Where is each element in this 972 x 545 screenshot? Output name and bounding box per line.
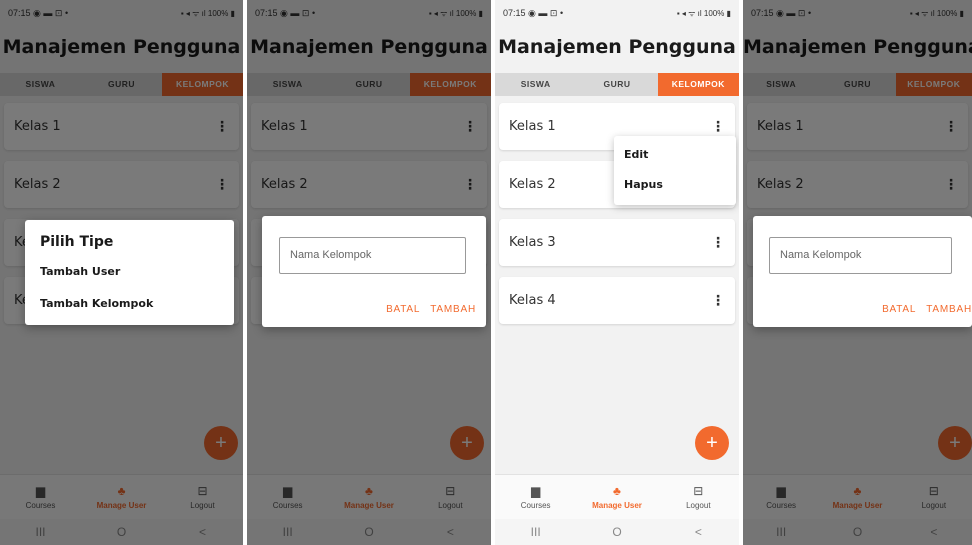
book-icon: ▆ [531,484,541,498]
add-button[interactable]: TAMBAH [430,304,476,315]
screen-add-group: 07:15 ◉ ▬ ⊡ • ▪ ◂ ᯤ ıl 100% ▮ Manajemen … [247,0,491,545]
tab-guru[interactable]: GURU [576,73,657,96]
more-vert-icon[interactable]: ⋮ [711,234,725,251]
cancel-button[interactable]: BATAL [882,304,916,315]
tab-bar: SISWA GURU KELOMPOK [495,73,739,96]
add-group-option[interactable]: Tambah Kelompok [40,297,153,310]
nav-manage-user[interactable]: ♣ Manage User [576,475,657,519]
nav-label: Manage User [592,501,642,510]
add-button[interactable]: TAMBAH [926,304,972,315]
screen-type-chooser: 07:15 ◉ ▬ ⊡ • ▪ ◂ ᯤ ıl 100% ▮ Manajemen … [0,0,243,545]
group-name: Kelas 1 [509,119,556,134]
add-fab-button[interactable]: + [695,426,729,460]
nav-logout[interactable]: ⊟ Logout [658,475,739,519]
page-title: Manajemen Pengguna [498,36,736,58]
logout-icon: ⊟ [693,484,704,498]
add-group-dialog: Nama Kelompok BATAL TAMBAH [262,216,486,327]
type-dialog: Pilih Tipe Tambah User Tambah Kelompok [25,220,234,325]
users-icon: ♣ [613,484,621,498]
status-battery: ▪ ◂ ᯤ ıl 100% ▮ [676,8,731,18]
list-item[interactable]: Kelas 4 ⋮ [499,277,735,324]
screen-context-menu: 07:15 ◉ ▬ ⊡ • ▪ ◂ ᯤ ıl 100% ▮ Manajemen … [495,0,739,545]
context-menu: Edit Hapus [614,136,736,205]
nav-courses[interactable]: ▆ Courses [495,475,576,519]
list-item[interactable]: Kelas 3 ⋮ [499,219,735,266]
group-name: Kelas 3 [509,235,556,250]
nav-label: Logout [686,501,711,510]
tab-siswa[interactable]: SISWA [495,73,576,96]
status-time: 07:15 ◉ ▬ ⊡ • [503,7,564,18]
dialog-actions: BATAL TAMBAH [882,304,972,315]
tab-kelompok[interactable]: KELOMPOK [657,73,739,96]
delete-menu-item[interactable]: Hapus [624,178,663,191]
group-name-input[interactable]: Nama Kelompok [769,237,952,274]
system-nav-bar: III O < [495,519,739,545]
group-name: Kelas 2 [509,177,556,192]
recents-button[interactable]: III [495,519,576,545]
dialog-title: Pilih Tipe [40,234,114,250]
more-vert-icon[interactable]: ⋮ [711,292,725,309]
group-name: Kelas 4 [509,293,556,308]
nav-label: Courses [520,501,551,510]
screen-add-group-2: 07:15 ◉ ▬ ⊡ • ▪ ◂ ᯤ ıl 100% ▮ Manajemen … [743,0,972,545]
cancel-button[interactable]: BATAL [386,304,420,315]
back-button[interactable]: < [658,519,739,545]
edit-menu-item[interactable]: Edit [624,148,648,161]
bottom-nav: ▆ Courses ♣ Manage User ⊟ Logout [495,474,739,519]
group-name-input[interactable]: Nama Kelompok [279,237,466,274]
add-user-option[interactable]: Tambah User [40,265,120,278]
status-bar: 07:15 ◉ ▬ ⊡ • ▪ ◂ ᯤ ıl 100% ▮ [495,0,739,26]
dialog-actions: BATAL TAMBAH [386,304,476,315]
add-group-dialog: Nama Kelompok BATAL TAMBAH [753,216,972,327]
home-button[interactable]: O [576,519,657,545]
more-vert-icon[interactable]: ⋮ [711,118,725,135]
